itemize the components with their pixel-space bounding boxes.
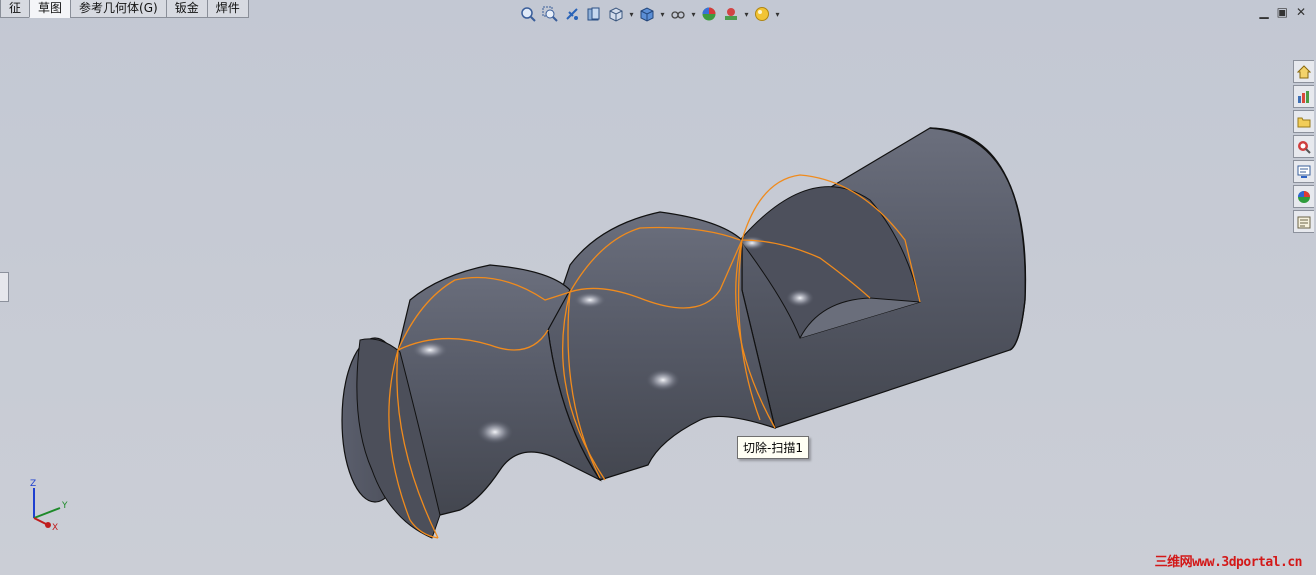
model-viewport[interactable] [0,0,1316,575]
watermark: 三维网www.3dportal.cn [1154,555,1303,570]
triad-x-label: X [52,523,58,533]
triad-y-label: Y [61,501,68,511]
reference-triad: Z Y X [30,479,68,533]
triad-z-label: Z [30,479,36,489]
feature-tooltip: 切除-扫描1 [737,436,809,459]
